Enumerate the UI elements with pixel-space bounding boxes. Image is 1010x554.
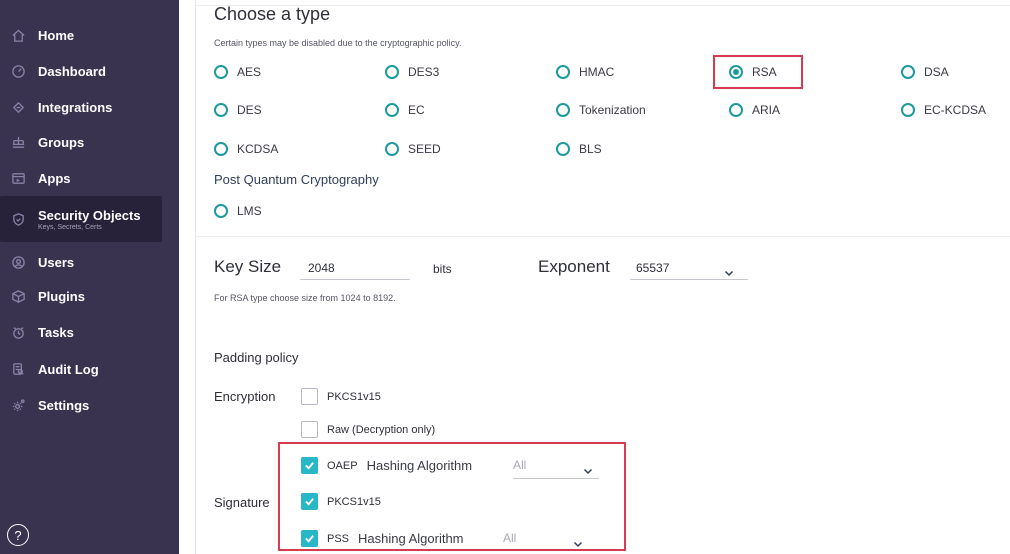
type-radio-hmac[interactable]: HMAC: [556, 65, 614, 79]
sidebar-item-groups[interactable]: Groups: [0, 124, 162, 160]
type-radio-seed[interactable]: SEED: [385, 142, 441, 156]
type-radio-tokenization[interactable]: Tokenization: [556, 103, 646, 117]
radio-circle: [385, 142, 399, 156]
radio-circle: [556, 142, 570, 156]
key-size-input[interactable]: 2048: [308, 261, 335, 275]
radio-circle: [385, 103, 399, 117]
exponent-label: Exponent: [538, 257, 610, 276]
encryption-pkcs1v15-option[interactable]: PKCS1v15: [301, 388, 381, 405]
sidebar-item-settings[interactable]: Settings: [0, 387, 162, 423]
exponent-underline: [630, 279, 748, 280]
rsa-highlight: [713, 55, 803, 89]
sidebar-item-label: Plugins: [38, 288, 85, 304]
integrations-icon: [10, 99, 26, 115]
sidebar-item-plugins[interactable]: Plugins: [0, 278, 162, 314]
type-radio-des3[interactable]: DES3: [385, 65, 439, 79]
home-icon: [10, 27, 26, 43]
key-size-unit: bits: [433, 262, 452, 276]
type-radio-ec-kcdsa[interactable]: EC-KCDSA: [901, 103, 986, 117]
encryption-pkcs1v15-checkbox[interactable]: [301, 388, 318, 405]
encryption-raw-option[interactable]: Raw (Decryption only): [301, 421, 435, 438]
sidebar-item-dashboard[interactable]: Dashboard: [0, 53, 162, 89]
radio-circle: [214, 103, 228, 117]
groups-icon: [10, 134, 26, 150]
help-icon[interactable]: ?: [7, 524, 29, 546]
pqc-heading: Post Quantum Cryptography: [214, 172, 379, 187]
users-icon: [10, 254, 26, 270]
radio-circle: [556, 65, 570, 79]
radio-circle: [556, 103, 570, 117]
sidebar-item-label: Groups: [38, 134, 85, 150]
sidebar-item-label: Home: [38, 27, 75, 43]
plugins-icon: [10, 288, 26, 304]
radio-circle: [901, 65, 915, 79]
sidebar-item-security-objects[interactable]: Security Objects Keys, Secrets, Certs: [0, 196, 162, 242]
radio-circle: [385, 65, 399, 79]
sidebar-item-home[interactable]: Home: [0, 17, 162, 53]
apps-icon: [10, 170, 26, 186]
radio-circle: [214, 204, 228, 218]
padding-policy-heading: Padding policy: [214, 350, 299, 365]
sidebar: Home Dashboard Integrations Groups Apps …: [0, 0, 179, 554]
dashboard-icon: [10, 63, 26, 79]
sidebar-item-label: Security Objects: [38, 207, 141, 223]
section-divider: [196, 236, 1010, 237]
type-heading: Choose a type: [214, 4, 331, 24]
type-radio-lms[interactable]: LMS: [214, 204, 262, 218]
encryption-label: Encryption: [214, 389, 276, 404]
padding-highlight: [278, 442, 626, 551]
sidebar-item-label: Audit Log: [38, 361, 99, 377]
exponent-select[interactable]: 65537: [636, 261, 669, 275]
main-border: [195, 0, 196, 554]
sidebar-item-label: Users: [38, 254, 75, 270]
key-size-note: For RSA type choose size from 1024 to 81…: [214, 293, 396, 303]
sidebar-item-label: Settings: [38, 397, 90, 413]
sidebar-item-label: Apps: [38, 170, 71, 186]
sidebar-item-label: Integrations: [38, 99, 113, 115]
sidebar-item-tasks[interactable]: Tasks: [0, 314, 162, 350]
type-radio-dsa[interactable]: DSA: [901, 65, 949, 79]
type-radio-kcdsa[interactable]: KCDSA: [214, 142, 278, 156]
sidebar-item-label: Tasks: [38, 324, 74, 340]
tasks-icon: [10, 324, 26, 340]
exponent-chevron-down-icon[interactable]: [724, 264, 734, 277]
sidebar-item-apps[interactable]: Apps: [0, 160, 162, 196]
settings-icon: [10, 397, 26, 413]
key-size-underline: [300, 279, 410, 280]
sidebar-item-label: Dashboard: [38, 63, 106, 79]
type-radio-des[interactable]: DES: [214, 103, 262, 117]
key-size-label: Key Size: [214, 257, 282, 276]
type-policy-note: Certain types may be disabled due to the…: [214, 38, 462, 48]
radio-circle: [214, 65, 228, 79]
encryption-raw-checkbox[interactable]: [301, 421, 318, 438]
radio-circle: [214, 142, 228, 156]
type-radio-aes[interactable]: AES: [214, 65, 261, 79]
sidebar-item-sublabel: Keys, Secrets, Certs: [38, 223, 102, 231]
type-radio-aria[interactable]: ARIA: [729, 103, 780, 117]
radio-circle: [729, 103, 743, 117]
radio-circle: [901, 103, 915, 117]
security-objects-icon: [10, 211, 26, 227]
audit-log-icon: [10, 361, 26, 377]
type-radio-bls[interactable]: BLS: [556, 142, 602, 156]
signature-label: Signature: [214, 495, 270, 510]
sidebar-item-integrations[interactable]: Integrations: [0, 89, 162, 125]
sidebar-item-audit-log[interactable]: Audit Log: [0, 351, 162, 387]
type-radio-ec[interactable]: EC: [385, 103, 425, 117]
sidebar-item-users[interactable]: Users: [0, 244, 162, 280]
